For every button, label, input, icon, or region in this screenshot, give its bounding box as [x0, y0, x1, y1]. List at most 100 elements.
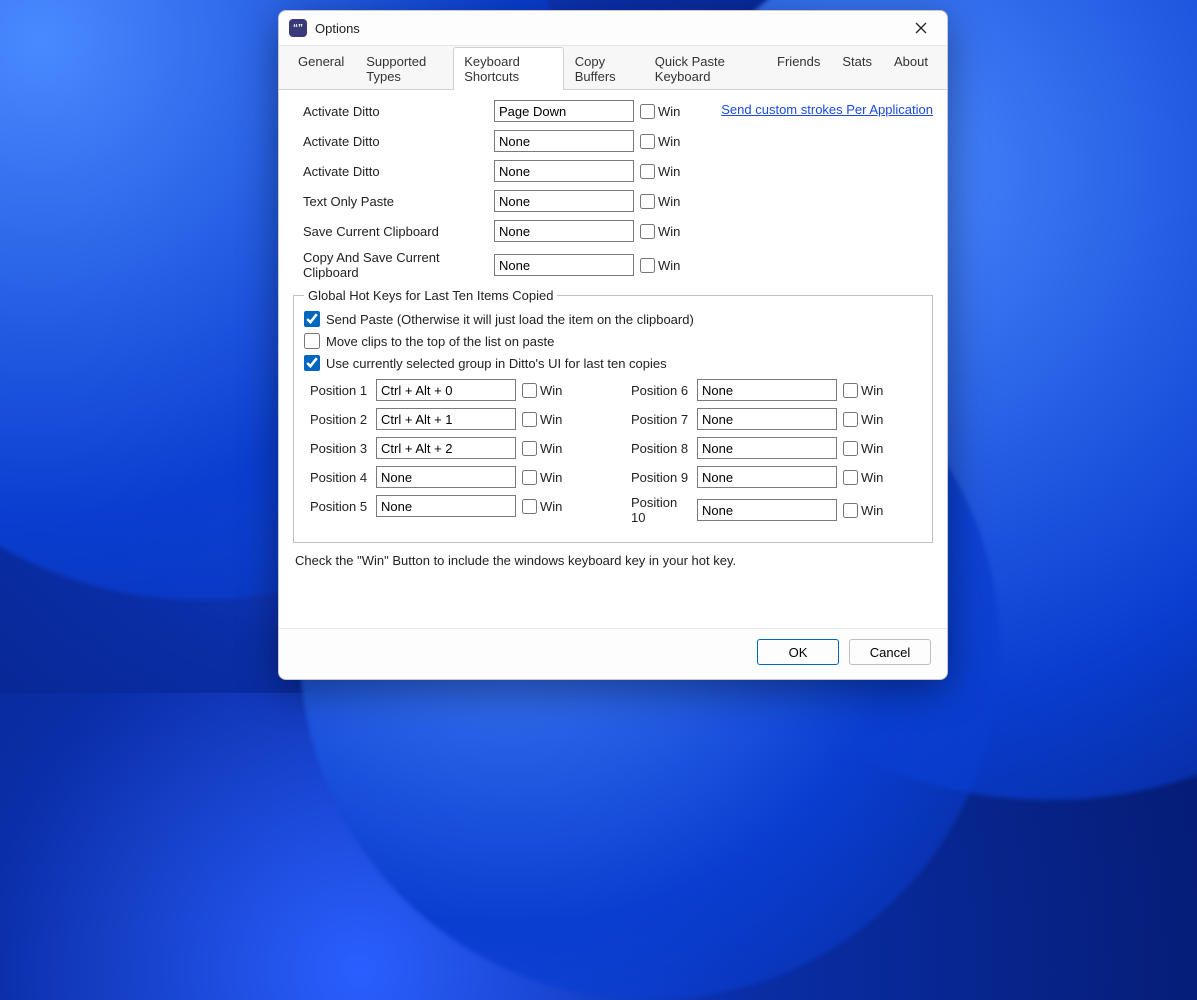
- win-checkbox-label: Win: [658, 134, 680, 149]
- hotkey-label: Copy And Save Current Clipboard: [293, 250, 488, 280]
- tab-about[interactable]: About: [883, 47, 939, 90]
- cancel-button[interactable]: Cancel: [849, 639, 931, 665]
- position-row: Position 2 Win: [304, 408, 601, 430]
- position-input[interactable]: [697, 466, 837, 488]
- position-row: Position 9 Win: [625, 466, 922, 488]
- win-checkbox-label: Win: [658, 164, 680, 179]
- win-checkbox[interactable]: [522, 383, 537, 398]
- use-selected-group-label[interactable]: Use currently selected group in Ditto's …: [326, 356, 667, 371]
- win-checkbox-label: Win: [861, 503, 883, 518]
- hotkey-input[interactable]: [494, 100, 634, 122]
- position-label: Position 2: [304, 412, 370, 427]
- position-row: Position 6 Win: [625, 379, 922, 401]
- hotkey-label: Activate Ditto: [293, 134, 488, 149]
- close-button[interactable]: [901, 14, 941, 42]
- win-checkbox[interactable]: [522, 412, 537, 427]
- hotkey-row: Save Current ClipboardWin: [293, 220, 933, 242]
- position-input[interactable]: [376, 408, 516, 430]
- position-row: Position 5 Win: [304, 495, 601, 517]
- hotkey-label: Text Only Paste: [293, 194, 488, 209]
- tab-supported-types[interactable]: Supported Types: [355, 47, 453, 90]
- position-row: Position 4 Win: [304, 466, 601, 488]
- position-label: Position 6: [625, 383, 691, 398]
- win-checkbox[interactable]: [640, 104, 655, 119]
- win-checkbox-label: Win: [861, 441, 883, 456]
- hotkey-row: Copy And Save Current Clipboard Win: [293, 250, 933, 280]
- tab-content: Send custom strokes Per Application Acti…: [279, 90, 947, 628]
- tab-general[interactable]: General: [287, 47, 355, 90]
- global-hotkeys-group: Global Hot Keys for Last Ten Items Copie…: [293, 288, 933, 543]
- win-checkbox[interactable]: [522, 441, 537, 456]
- send-paste-label[interactable]: Send Paste (Otherwise it will just load …: [326, 312, 694, 327]
- app-icon: “”: [289, 19, 307, 37]
- win-checkbox-label: Win: [861, 470, 883, 485]
- hotkey-row: Activate Ditto Win: [293, 130, 933, 152]
- win-checkbox[interactable]: [640, 134, 655, 149]
- hotkey-input[interactable]: [494, 160, 634, 182]
- win-hint-text: Check the "Win" Button to include the wi…: [295, 553, 931, 568]
- win-checkbox[interactable]: [843, 383, 858, 398]
- hotkey-label: Activate Ditto: [293, 164, 488, 179]
- position-input[interactable]: [376, 466, 516, 488]
- position-input[interactable]: [376, 437, 516, 459]
- hotkey-row: Text Only PasteWin: [293, 190, 933, 212]
- position-label: Position 1: [304, 383, 370, 398]
- position-input[interactable]: [697, 379, 837, 401]
- hotkey-input[interactable]: [494, 254, 634, 276]
- ok-button[interactable]: OK: [757, 639, 839, 665]
- position-row: Position 3 Win: [304, 437, 601, 459]
- win-checkbox[interactable]: [640, 164, 655, 179]
- position-label: Position 9: [625, 470, 691, 485]
- position-row: Position 8 Win: [625, 437, 922, 459]
- win-checkbox[interactable]: [640, 194, 655, 209]
- win-checkbox-label: Win: [540, 441, 562, 456]
- win-checkbox-label: Win: [658, 104, 680, 119]
- hotkey-row: Activate Ditto Win: [293, 160, 933, 182]
- win-checkbox[interactable]: [843, 412, 858, 427]
- win-checkbox-label: Win: [540, 383, 562, 398]
- position-row: Position 10 Win: [625, 495, 922, 525]
- win-checkbox[interactable]: [640, 224, 655, 239]
- win-checkbox[interactable]: [843, 503, 858, 518]
- position-input[interactable]: [697, 499, 837, 521]
- tab-bar: General Supported Types Keyboard Shortcu…: [279, 45, 947, 90]
- win-checkbox-label: Win: [861, 383, 883, 398]
- win-checkbox-label: Win: [540, 412, 562, 427]
- tab-keyboard-shortcuts[interactable]: Keyboard Shortcuts: [453, 47, 563, 90]
- win-checkbox[interactable]: [843, 441, 858, 456]
- dialog-footer: OK Cancel: [279, 628, 947, 679]
- hotkey-input[interactable]: [494, 190, 634, 212]
- win-checkbox-label: Win: [658, 258, 680, 273]
- tab-stats[interactable]: Stats: [831, 47, 883, 90]
- position-label: Position 10: [625, 495, 691, 525]
- move-clips-top-label[interactable]: Move clips to the top of the list on pas…: [326, 334, 554, 349]
- tab-friends[interactable]: Friends: [766, 47, 831, 90]
- position-input[interactable]: [376, 495, 516, 517]
- hotkey-input[interactable]: [494, 130, 634, 152]
- win-checkbox-label: Win: [540, 470, 562, 485]
- use-selected-group-checkbox[interactable]: [304, 355, 320, 371]
- hotkey-input[interactable]: [494, 220, 634, 242]
- move-clips-top-checkbox[interactable]: [304, 333, 320, 349]
- win-checkbox[interactable]: [522, 499, 537, 514]
- options-window: “” Options General Supported Types Keybo…: [278, 10, 948, 680]
- win-checkbox[interactable]: [640, 258, 655, 273]
- position-label: Position 3: [304, 441, 370, 456]
- win-checkbox-label: Win: [540, 499, 562, 514]
- send-custom-strokes-link[interactable]: Send custom strokes Per Application: [721, 102, 933, 117]
- position-input[interactable]: [697, 408, 837, 430]
- send-paste-checkbox[interactable]: [304, 311, 320, 327]
- hotkey-label: Save Current Clipboard: [293, 224, 488, 239]
- position-input[interactable]: [697, 437, 837, 459]
- position-input[interactable]: [376, 379, 516, 401]
- tab-quick-paste-keyboard[interactable]: Quick Paste Keyboard: [644, 47, 766, 90]
- win-checkbox[interactable]: [522, 470, 537, 485]
- position-label: Position 8: [625, 441, 691, 456]
- position-label: Position 5: [304, 499, 370, 514]
- global-hotkeys-legend: Global Hot Keys for Last Ten Items Copie…: [304, 288, 557, 303]
- tab-copy-buffers[interactable]: Copy Buffers: [564, 47, 644, 90]
- position-label: Position 7: [625, 412, 691, 427]
- win-checkbox[interactable]: [843, 470, 858, 485]
- titlebar: “” Options: [279, 11, 947, 45]
- position-label: Position 4: [304, 470, 370, 485]
